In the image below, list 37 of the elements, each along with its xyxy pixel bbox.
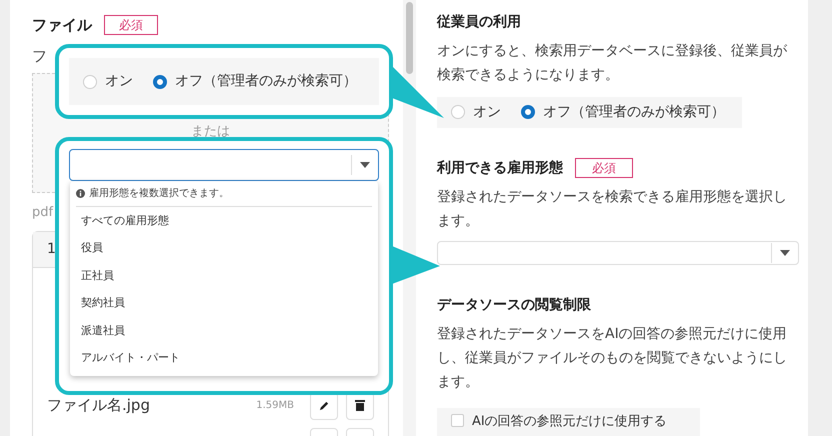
dropdown-option[interactable]: アルバイト・パート: [76, 344, 372, 372]
section-title: 利用できる雇用形態: [437, 158, 563, 178]
file-note: pdf: [32, 204, 54, 222]
radio-option[interactable]: オン: [451, 102, 501, 123]
section-description: 登録されたデータソースを検索できる雇用形態を選択します。: [437, 188, 788, 231]
dropdown-option[interactable]: 役員: [76, 234, 372, 262]
dropdown-option[interactable]: すべての雇用形態: [76, 207, 372, 234]
radio-option[interactable]: オフ（管理者のみが検索可）: [153, 71, 357, 92]
table-header: 1: [47, 240, 56, 258]
section-title: データソースの閲覧制限: [437, 296, 592, 316]
required-badge: 必須: [104, 15, 158, 36]
dropdown-option[interactable]: 契約社員: [76, 290, 372, 317]
info-icon: [76, 189, 85, 198]
radio-option[interactable]: オン: [83, 71, 133, 92]
dropdown-option[interactable]: 派遣社員: [76, 317, 372, 344]
radio-button[interactable]: [521, 105, 535, 120]
caret-icon: [360, 162, 370, 168]
pencil-icon: [318, 400, 330, 411]
scrollbar-thumb[interactable]: [406, 2, 413, 74]
checkbox-row[interactable]: AIの回答の参照元だけに使用する: [437, 408, 700, 436]
checkbox[interactable]: [451, 414, 464, 428]
dropdown-hint: 雇用形態を複数選択できます。: [89, 186, 229, 201]
section-description: 登録されたデータソースをAIの回答の参照元だけに使用し、従業員がファイルそのものを閲覧できないようにします。: [437, 325, 788, 392]
separator-text: または: [191, 123, 230, 141]
trash-icon: [355, 400, 365, 411]
dropdown-option[interactable]: 正社員: [76, 262, 372, 290]
radio-button[interactable]: [153, 74, 167, 88]
file-size: 1.59MB: [256, 399, 294, 413]
caret-icon: [780, 250, 790, 256]
select-field[interactable]: [69, 149, 379, 181]
section-title: ファイル: [32, 15, 92, 36]
section-title: 従業員の利用: [437, 13, 522, 32]
file-name: ファイル名.jpg: [47, 395, 151, 416]
hint-text: フ: [32, 46, 47, 66]
section-description: オンにすると、検索用データベースに登録後、従業員が検索できるようになります。: [437, 42, 788, 85]
required-badge: 必須: [575, 158, 633, 178]
radio-option[interactable]: オフ（管理者のみが検索可）: [521, 102, 725, 123]
